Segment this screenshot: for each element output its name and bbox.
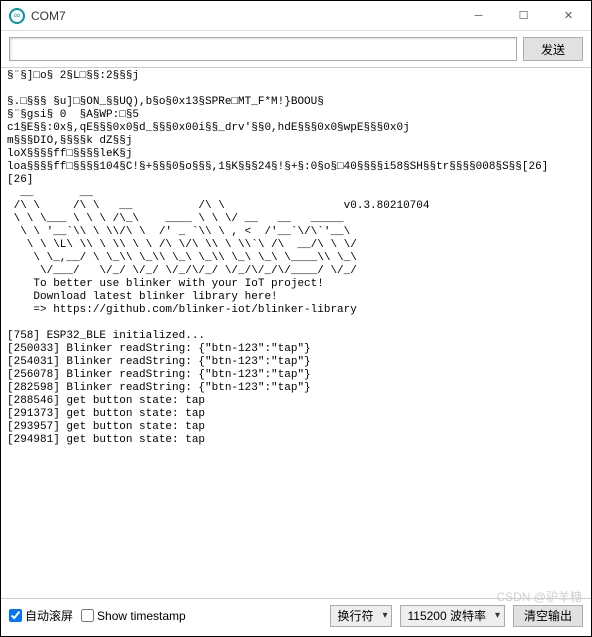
autoscroll-checkbox-wrap[interactable]: 自动滚屏 <box>9 607 73 624</box>
line-ending-select[interactable]: 换行符 <box>330 605 392 627</box>
maximize-button[interactable]: ☐ <box>501 1 546 30</box>
autoscroll-label: 自动滚屏 <box>25 607 73 624</box>
timestamp-checkbox-wrap[interactable]: Show timestamp <box>81 609 186 623</box>
close-button[interactable]: ✕ <box>546 1 591 30</box>
window-controls: ─ ☐ ✕ <box>456 1 591 30</box>
send-input[interactable] <box>9 37 517 61</box>
send-row: 发送 <box>1 31 591 68</box>
arduino-icon <box>9 8 25 24</box>
send-button[interactable]: 发送 <box>523 37 583 61</box>
titlebar: COM7 ─ ☐ ✕ <box>1 1 591 31</box>
autoscroll-checkbox[interactable] <box>9 609 22 622</box>
serial-console[interactable]: §¨§]□o§ 2§L□§§:2§§§j §.□§§§ §u]□§ON_§§UQ… <box>1 68 591 598</box>
timestamp-checkbox[interactable] <box>81 609 94 622</box>
clear-output-button[interactable]: 清空输出 <box>513 605 583 627</box>
timestamp-label: Show timestamp <box>97 609 186 623</box>
baud-rate-select[interactable]: 115200 波特率 <box>400 605 505 627</box>
minimize-button[interactable]: ─ <box>456 1 501 30</box>
bottom-bar: 自动滚屏 Show timestamp 换行符 115200 波特率 清空输出 <box>1 598 591 632</box>
window-title: COM7 <box>31 9 456 23</box>
